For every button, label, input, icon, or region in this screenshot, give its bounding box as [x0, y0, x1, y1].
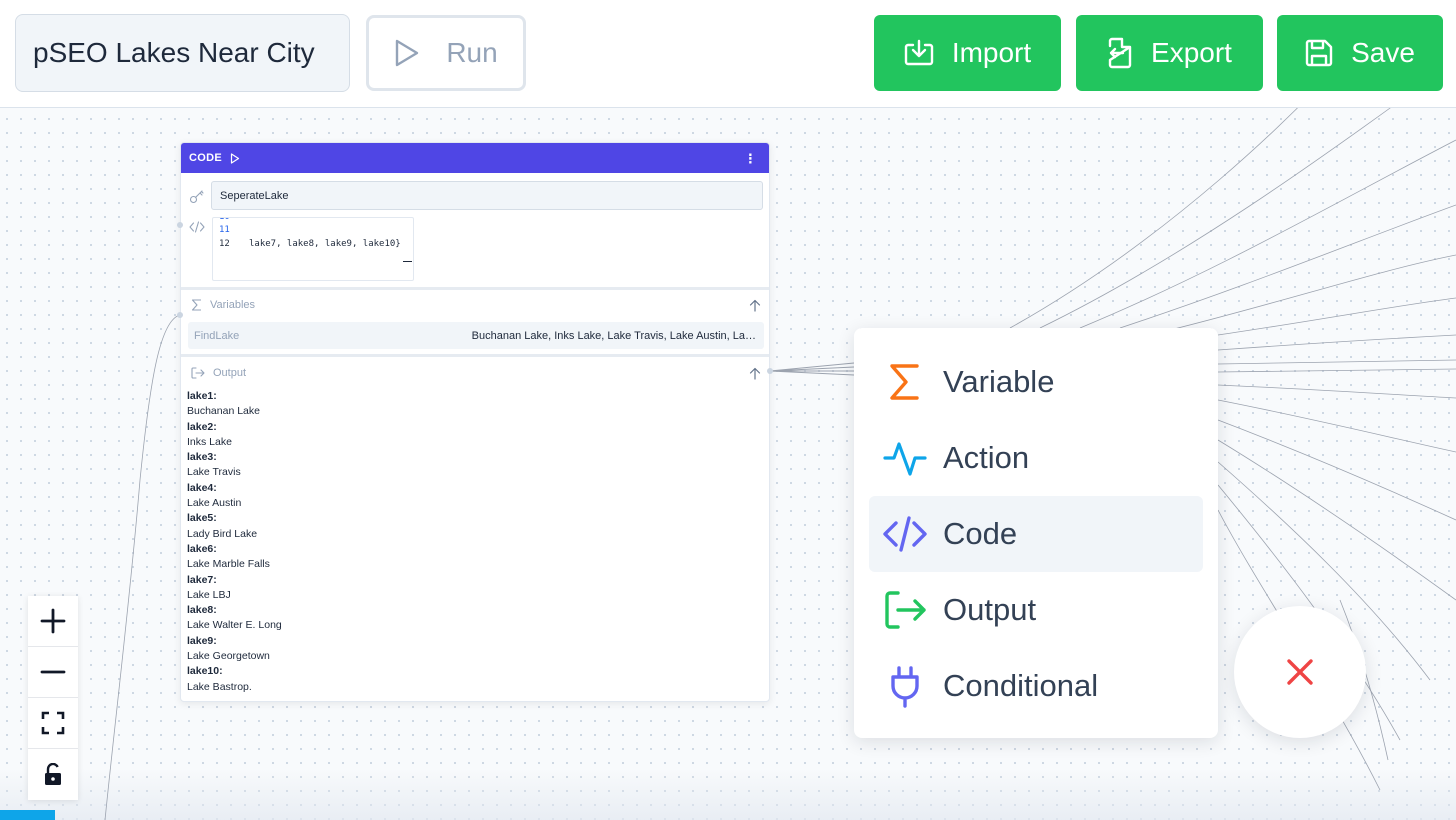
toolbar: pSEO Lakes Near City Run Import Export S…	[0, 0, 1456, 108]
variables-section-header[interactable]: Variables	[181, 295, 769, 315]
output-value: Lake Georgetown	[187, 650, 270, 663]
variable-name: FindLake	[194, 329, 240, 342]
output-handle[interactable]	[767, 368, 773, 374]
workflow-title-input[interactable]: pSEO Lakes Near City	[15, 14, 350, 92]
variable-value: Buchanan Lake, Inks Lake, Lake Travis, L…	[471, 329, 756, 342]
run-button[interactable]: Run	[366, 15, 526, 91]
output-icon	[191, 367, 205, 379]
import-button-label: Import	[951, 37, 1032, 68]
zoom-in-button[interactable]	[28, 596, 78, 647]
menu-item-label: Output	[943, 592, 1037, 627]
zoom-out-button[interactable]	[28, 647, 78, 698]
lock-toggle-button[interactable]	[28, 749, 78, 800]
export-file-icon	[1108, 37, 1132, 69]
key-icon	[189, 190, 204, 204]
plus-icon	[40, 608, 66, 634]
fit-view-icon	[41, 711, 65, 735]
save-button[interactable]: Save	[1277, 15, 1443, 91]
output-value: Lake Marble Falls	[187, 558, 270, 571]
menu-item-variable[interactable]: Variable	[869, 344, 1203, 420]
menu-item-conditional[interactable]: Conditional	[869, 648, 1203, 724]
output-key: lake2:	[187, 420, 217, 433]
arrow-up-icon[interactable]	[749, 367, 761, 380]
code-node-header[interactable]: CODE ⋮	[181, 143, 769, 173]
code-node[interactable]: CODE ⋮ SeperateLake 10 11 12 lake7, lake…	[180, 142, 770, 702]
minus-icon	[40, 670, 66, 674]
menu-item-output[interactable]: Output	[869, 572, 1203, 648]
output-key: lake10:	[187, 665, 223, 678]
code-row: 10 11 12 lake7, lake8, lake9, lake10}	[181, 217, 769, 283]
variables-label: Variables	[210, 299, 256, 311]
save-button-label: Save	[1351, 37, 1415, 68]
code-text: lake7, lake8, lake9, lake10}	[249, 239, 401, 249]
text-cursor	[403, 261, 412, 262]
output-key: lake1:	[187, 390, 217, 402]
unlock-icon	[45, 762, 61, 785]
code-icon	[883, 516, 927, 552]
output-value: Lake Travis	[187, 466, 241, 479]
output-key: lake5:	[187, 512, 217, 525]
output-value: Lake Bastrop.	[187, 680, 252, 693]
section-divider	[181, 287, 769, 290]
node-name-input[interactable]: SeperateLake	[211, 181, 763, 210]
code-editor[interactable]: 10 11 12 lake7, lake8, lake9, lake10}	[212, 217, 414, 281]
close-menu-button[interactable]	[1234, 606, 1366, 738]
bottom-shade	[0, 768, 1456, 820]
menu-item-label: Variable	[943, 364, 1055, 399]
canvas-controls	[28, 596, 78, 800]
plug-icon	[891, 666, 919, 708]
variable-row[interactable]: FindLake Buchanan Lake, Inks Lake, Lake …	[188, 322, 764, 349]
output-icon	[885, 591, 926, 629]
line-number: 11	[219, 225, 230, 235]
export-button-label: Export	[1151, 37, 1232, 68]
more-vertical-icon[interactable]: ⋮	[744, 152, 761, 165]
sigma-icon	[890, 364, 919, 400]
arrow-up-icon[interactable]	[749, 299, 761, 312]
output-key: lake3:	[187, 451, 217, 464]
activity-icon	[883, 442, 927, 476]
variables-input-handle[interactable]	[177, 312, 183, 318]
output-value: Lady Bird Lake	[187, 527, 258, 540]
output-value: Inks Lake	[187, 435, 232, 448]
sigma-icon	[191, 299, 201, 311]
line-number: 10	[219, 217, 230, 222]
output-value: Lake Walter E. Long	[187, 619, 282, 632]
output-key: lake7:	[187, 573, 217, 586]
output-key: lake6:	[187, 542, 217, 555]
play-icon[interactable]	[230, 152, 240, 164]
output-section-header[interactable]: Output	[181, 363, 769, 383]
export-button[interactable]: Export	[1076, 15, 1263, 91]
add-node-menu: Variable Action Code Output Conditional	[854, 328, 1218, 738]
output-key: lake8:	[187, 604, 217, 617]
section-divider	[181, 354, 769, 357]
node-type-label: CODE	[189, 152, 222, 164]
menu-item-code[interactable]: Code	[869, 496, 1203, 572]
menu-item-action[interactable]: Action	[869, 420, 1203, 496]
output-key: lake4:	[187, 481, 217, 494]
node-name-row: SeperateLake	[181, 181, 769, 211]
play-icon	[396, 39, 419, 67]
minimap-tab[interactable]	[0, 810, 55, 820]
import-button[interactable]: Import	[874, 15, 1061, 91]
menu-item-label: Conditional	[943, 668, 1099, 703]
output-value: Lake Austin	[187, 497, 242, 510]
close-icon	[1287, 659, 1313, 685]
menu-item-label: Action	[943, 440, 1030, 475]
output-key: lake9:	[187, 634, 217, 647]
line-number: 12	[219, 239, 230, 249]
import-icon	[904, 39, 934, 66]
output-list: lake1: Buchanan Lake lake2: Inks Lake la…	[187, 389, 747, 695]
fit-view-button[interactable]	[28, 698, 78, 749]
menu-item-label: Code	[943, 516, 1018, 551]
output-label: Output	[213, 367, 247, 379]
code-input-handle[interactable]	[177, 222, 183, 228]
output-value: Buchanan Lake	[187, 405, 260, 418]
output-value: Lake LBJ	[187, 588, 231, 601]
run-button-label: Run	[446, 37, 498, 68]
code-icon	[189, 221, 205, 233]
floppy-disk-icon	[1305, 39, 1333, 67]
